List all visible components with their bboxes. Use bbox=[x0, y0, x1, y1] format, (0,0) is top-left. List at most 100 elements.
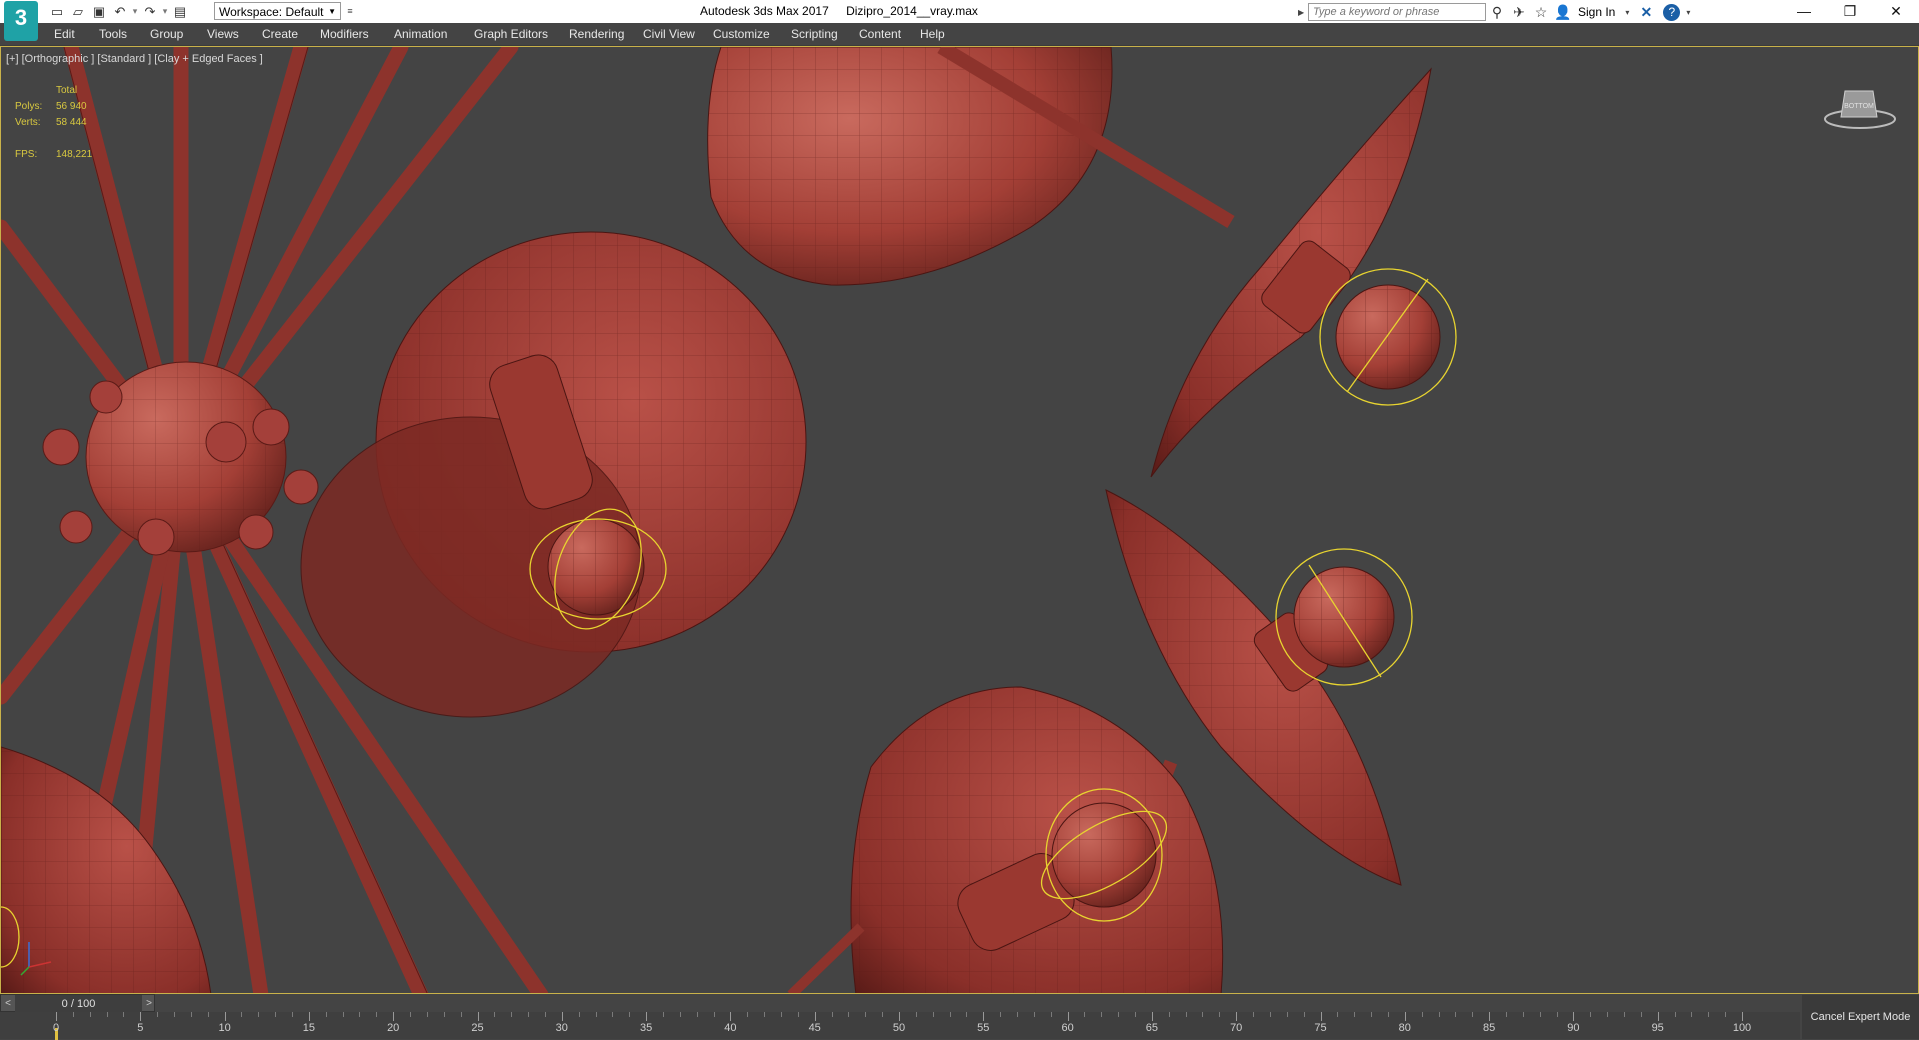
menu-content[interactable]: Content bbox=[859, 27, 901, 41]
timeline-tick-label: 60 bbox=[1061, 1022, 1074, 1034]
title-bar: 3 ▭ ▱ ▣ ↶ ▾ ↷ ▾ ▤ Workspace: Default ▼ ≡… bbox=[0, 0, 1919, 41]
viewcube[interactable]: BOTTOM bbox=[1823, 81, 1897, 131]
timeline-tick-label: 50 bbox=[892, 1022, 906, 1034]
timeline-tick-label: 40 bbox=[724, 1022, 737, 1034]
menu-civil-view[interactable]: Civil View bbox=[643, 27, 695, 41]
quick-access-toolbar: ▭ ▱ ▣ ↶ ▾ ↷ ▾ ▤ bbox=[48, 2, 189, 21]
viewport-orthographic[interactable]: [+] [Orthographic ] [Standard ] [Clay + … bbox=[0, 46, 1919, 994]
sign-in-button[interactable]: Sign In bbox=[1574, 2, 1619, 22]
quick-access-customize-icon[interactable]: ≡ bbox=[343, 2, 357, 20]
undo-icon[interactable]: ↶ bbox=[111, 3, 129, 21]
timeline-tick-label: 15 bbox=[302, 1022, 316, 1034]
timeline-tick bbox=[1421, 1012, 1423, 1017]
timeline-tick-label: 55 bbox=[977, 1022, 990, 1034]
window-title: Autodesk 3ds Max 2017 Dizipro_2014__vray… bbox=[700, 0, 992, 23]
workspace-dropdown[interactable]: Workspace: Default ▼ bbox=[214, 2, 341, 20]
timeline-tick bbox=[1573, 1012, 1575, 1021]
communication-center-icon[interactable]: ✈ bbox=[1508, 2, 1530, 22]
chevron-down-icon: ▼ bbox=[328, 7, 336, 16]
timeline-tick bbox=[123, 1012, 125, 1017]
menu-help[interactable]: Help bbox=[920, 27, 945, 41]
timeline-tick-label: 95 bbox=[1651, 1022, 1664, 1034]
user-icon: 👤 bbox=[1554, 4, 1572, 20]
timeline-tick bbox=[1640, 1012, 1642, 1017]
timeline-tick bbox=[780, 1012, 782, 1017]
project-folder-icon[interactable]: ▤ bbox=[171, 3, 189, 21]
timeline-tick bbox=[1253, 1012, 1255, 1017]
undo-dropdown-icon[interactable]: ▾ bbox=[132, 6, 138, 17]
timeline-tick bbox=[342, 1012, 344, 1017]
timeline-tick bbox=[308, 1012, 310, 1021]
cancel-expert-mode-button[interactable]: Cancel Expert Mode bbox=[1802, 995, 1919, 1039]
timeline-tick bbox=[595, 1012, 597, 1017]
menu-edit[interactable]: Edit bbox=[54, 27, 75, 41]
new-file-icon[interactable]: ▭ bbox=[48, 3, 66, 21]
next-frame-button[interactable]: > bbox=[142, 995, 156, 1013]
scene-render bbox=[1, 47, 1457, 993]
autodesk-exchange-icon[interactable]: ✕ bbox=[1635, 2, 1657, 22]
viewport-label-menu[interactable]: [+] [Orthographic ] [Standard ] [Clay + … bbox=[6, 53, 263, 65]
save-icon[interactable]: ▣ bbox=[90, 3, 108, 21]
track-bar[interactable]: 0 5 10 15 20 25 30 35 40 45 50 55 60 65 70 75 80 85 90 95 10… bbox=[0, 1012, 1800, 1040]
redo-dropdown-icon[interactable]: ▾ bbox=[162, 6, 168, 17]
close-icon[interactable]: ✕ bbox=[1873, 0, 1919, 23]
fps-value: 148,221 bbox=[56, 149, 93, 160]
timeline-tick-label: 70 bbox=[1230, 1022, 1243, 1034]
timeline-tick-label: 90 bbox=[1567, 1022, 1580, 1034]
stats-header: Total bbox=[56, 85, 78, 96]
polys-value: 56 940 bbox=[56, 101, 87, 112]
timeline-tick bbox=[494, 1012, 496, 1017]
timeline-tick bbox=[443, 1012, 445, 1017]
timeline-tick bbox=[561, 1012, 563, 1021]
time-slider[interactable]: < 0 / 100 > bbox=[0, 994, 156, 1013]
previous-frame-button[interactable]: < bbox=[1, 995, 15, 1013]
open-file-icon[interactable]: ▱ bbox=[69, 3, 87, 21]
timeline-tick-label: 0 bbox=[52, 1022, 60, 1034]
timeline-tick-label: 45 bbox=[808, 1022, 821, 1034]
timeline-tick bbox=[1269, 1012, 1271, 1017]
timeline-tick bbox=[258, 1012, 260, 1017]
timeline-tick bbox=[1337, 1012, 1339, 1017]
main-menu-bar: Edit Tools Group Views Create Modifiers … bbox=[0, 23, 1919, 46]
menu-graph-editors[interactable]: Graph Editors bbox=[474, 27, 548, 41]
restore-icon[interactable]: ❐ bbox=[1827, 0, 1873, 23]
expand-search-icon[interactable]: ▶ bbox=[1298, 8, 1308, 17]
menu-rendering[interactable]: Rendering bbox=[569, 27, 624, 41]
timeline-tick bbox=[1371, 1012, 1373, 1017]
menu-customize[interactable]: Customize bbox=[713, 27, 770, 41]
search-input[interactable] bbox=[1308, 3, 1486, 21]
help-icon[interactable]: ? bbox=[1663, 3, 1681, 21]
menu-animation[interactable]: Animation bbox=[394, 27, 447, 41]
menu-create[interactable]: Create bbox=[262, 27, 298, 41]
timeline-tick bbox=[831, 1012, 833, 1017]
timeline-tick bbox=[410, 1012, 412, 1017]
timeline-tick bbox=[460, 1012, 462, 1017]
help-dropdown-icon[interactable]: ▾ bbox=[1680, 8, 1696, 17]
minimize-icon[interactable]: — bbox=[1781, 0, 1827, 23]
timeline-tick bbox=[1286, 1012, 1288, 1017]
timeline-tick bbox=[1590, 1012, 1592, 1017]
favorites-star-icon[interactable]: ☆ bbox=[1530, 2, 1552, 22]
sign-in-dropdown-icon[interactable]: ▾ bbox=[1619, 8, 1635, 17]
timeline-tick-label: 25 bbox=[471, 1022, 484, 1034]
timeline-tick bbox=[426, 1012, 428, 1017]
menu-views[interactable]: Views bbox=[207, 27, 239, 41]
application-menu-button[interactable]: 3 bbox=[4, 1, 38, 41]
timeline-tick bbox=[1387, 1012, 1389, 1017]
timeline-tick bbox=[1168, 1012, 1170, 1017]
timeline-area: < 0 / 100 > ⊺⁄ 0510152025303540455055606… bbox=[0, 994, 1919, 1040]
timeline-tick bbox=[511, 1012, 513, 1017]
timeline-tick bbox=[865, 1012, 867, 1017]
menu-group[interactable]: Group bbox=[150, 27, 183, 41]
timeline-tick-label: 10 bbox=[218, 1022, 231, 1034]
redo-icon[interactable]: ↷ bbox=[141, 3, 159, 21]
timeline-tick bbox=[730, 1012, 732, 1021]
verts-value: 58 444 bbox=[56, 117, 87, 128]
menu-scripting[interactable]: Scripting bbox=[791, 27, 838, 41]
time-slider-frame-display[interactable]: 0 / 100 bbox=[15, 995, 142, 1013]
menu-tools[interactable]: Tools bbox=[99, 27, 127, 41]
binoculars-icon[interactable]: ⚲ bbox=[1486, 2, 1508, 22]
menu-modifiers[interactable]: Modifiers bbox=[320, 27, 369, 41]
timeline-tick bbox=[157, 1012, 159, 1017]
timeline-tick bbox=[1522, 1012, 1524, 1017]
